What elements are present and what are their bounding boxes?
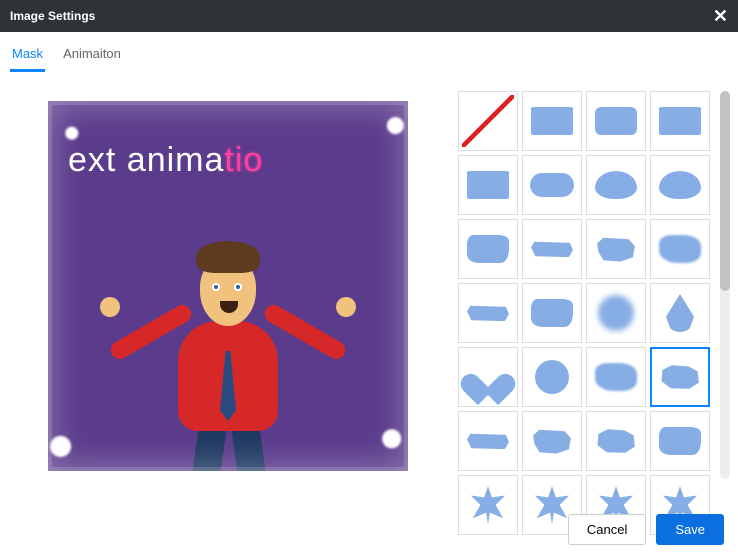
mask-option-blur-circle[interactable]	[586, 283, 646, 343]
mask-option-splat-c[interactable]	[458, 475, 518, 535]
mask-option-heart[interactable]	[458, 347, 518, 407]
cancel-button[interactable]: Cancel	[568, 514, 646, 545]
mask-shape-icon	[595, 235, 637, 263]
mask-shape-icon	[460, 93, 516, 149]
mask-option-drop[interactable]	[650, 283, 710, 343]
mask-option-splat-b[interactable]	[586, 411, 646, 471]
mask-grid	[458, 91, 710, 535]
mask-option-brush-d[interactable]	[650, 219, 710, 279]
close-icon[interactable]: ✕	[713, 7, 728, 25]
mask-option-splat-a[interactable]	[522, 411, 582, 471]
mask-shape-icon	[467, 304, 509, 322]
preview-text-plain: ext anima	[68, 141, 224, 179]
mask-option-brush-h[interactable]	[650, 411, 710, 471]
tabs: Mask Animaiton	[0, 32, 738, 73]
mask-shape-icon	[598, 295, 634, 331]
mask-shape-icon	[467, 235, 509, 263]
mask-shape-icon	[467, 432, 509, 450]
mask-shape-icon	[659, 363, 701, 391]
mask-option-rect3[interactable]	[458, 155, 518, 215]
mask-shape-icon	[469, 486, 507, 524]
tab-mask[interactable]: Mask	[10, 40, 45, 72]
preview-text: ext animatio	[68, 141, 398, 180]
dialog-title: Image Settings	[10, 9, 95, 23]
mask-shape-icon	[467, 171, 509, 199]
mask-shape-icon	[659, 235, 701, 263]
mask-option-cloud2[interactable]	[650, 155, 710, 215]
mask-shape-icon	[659, 427, 701, 455]
tab-animation[interactable]: Animaiton	[61, 40, 123, 72]
mask-shape-icon	[595, 363, 637, 391]
preview-text-accent: tio	[224, 141, 263, 179]
mask-scrollbar[interactable]	[720, 91, 730, 479]
mask-option-brush-c[interactable]	[586, 219, 646, 279]
dialog-content: ext animatio	[0, 73, 738, 535]
mask-option-brush-e[interactable]	[458, 283, 518, 343]
mask-shape-icon	[659, 107, 701, 135]
mask-option-brush-f[interactable]	[522, 283, 582, 343]
mask-shape-icon	[470, 361, 506, 393]
mask-panel	[438, 91, 730, 535]
mask-option-brush-a[interactable]	[458, 219, 518, 279]
mask-shape-icon	[535, 360, 569, 394]
mask-shape-icon	[531, 107, 573, 135]
mask-shape-icon	[595, 171, 637, 199]
mask-option-roundrect[interactable]	[586, 91, 646, 151]
mask-option-brush-b[interactable]	[522, 219, 582, 279]
mask-shape-icon	[531, 299, 573, 327]
mask-option-rect2[interactable]	[650, 91, 710, 151]
mask-option-rect[interactable]	[522, 91, 582, 151]
mask-option-none[interactable]	[458, 91, 518, 151]
scrollbar-thumb[interactable]	[720, 91, 730, 291]
mask-shape-icon	[595, 107, 637, 135]
mask-shape-icon	[595, 427, 637, 455]
save-button[interactable]: Save	[656, 514, 724, 545]
mask-option-stroke-a[interactable]	[458, 411, 518, 471]
dialog-titlebar: Image Settings ✕	[0, 0, 738, 32]
mask-shape-icon	[659, 171, 701, 199]
preview-canvas: ext animatio	[48, 101, 408, 471]
mask-shape-icon	[531, 240, 573, 258]
mask-option-brush-sel[interactable]	[650, 347, 710, 407]
mask-shape-icon	[531, 427, 573, 455]
mask-option-cloud1[interactable]	[586, 155, 646, 215]
dialog-footer: Cancel Save	[554, 504, 738, 555]
preview-area: ext animatio	[18, 91, 438, 535]
mask-shape-icon	[530, 173, 574, 197]
mask-option-brush-g[interactable]	[586, 347, 646, 407]
mask-option-pill[interactable]	[522, 155, 582, 215]
preview-character	[108, 211, 348, 471]
mask-option-circle[interactable]	[522, 347, 582, 407]
mask-shape-icon	[666, 294, 694, 332]
